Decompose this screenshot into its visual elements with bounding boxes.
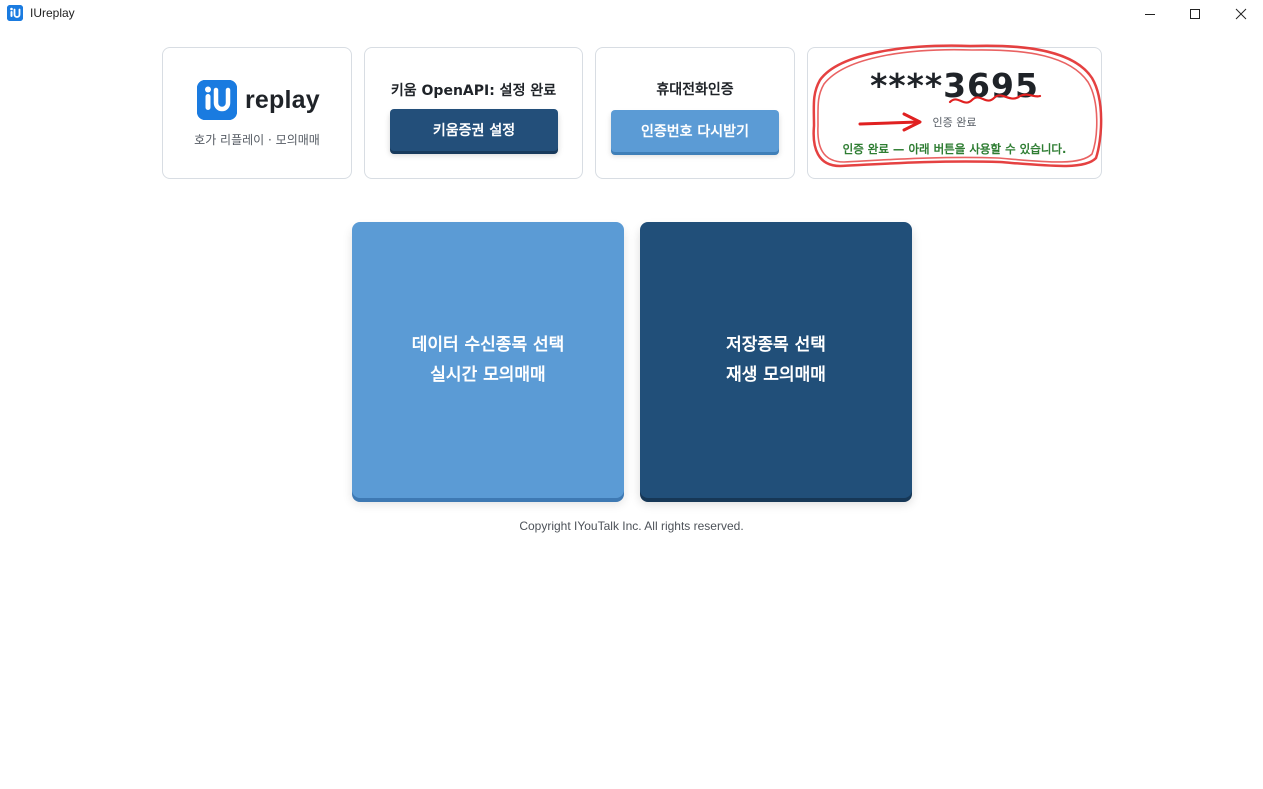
kiwoom-card: 키움 OpenAPI: 설정 완료 키움증권 설정: [364, 47, 583, 179]
logo-card: replay 호가 리플레이 · 모의매매: [162, 47, 352, 179]
auth-status-card: ****3695 인증 완료 인증 완료 — 아래 버튼을 사용할 수 있습니다…: [807, 47, 1102, 179]
auth-success-message: 인증 완료 — 아래 버튼을 사용할 수 있습니다.: [842, 142, 1067, 156]
live-tile-line-2: 실시간 모의매매: [430, 365, 546, 385]
title-bar: IUreplay: [0, 0, 1263, 28]
replay-trading-tile-button[interactable]: 저장종목 선택 재생 모의매매: [640, 222, 912, 498]
replay-tile-line-2: 재생 모의매매: [726, 365, 826, 385]
logo-subtitle: 호가 리플레이 · 모의매매: [194, 133, 320, 147]
window-title: IUreplay: [30, 6, 75, 20]
kiwoom-settings-button[interactable]: 키움증권 설정: [390, 109, 558, 151]
minimize-icon[interactable]: [1127, 0, 1173, 28]
maximize-icon[interactable]: [1172, 0, 1218, 28]
iu-logo-icon: [197, 80, 237, 120]
replay-tile-line-1: 저장종목 선택: [726, 335, 826, 355]
phone-auth-card: 휴대전화인증 인증번호 다시받기: [595, 47, 795, 179]
logo: replay: [197, 80, 320, 120]
masked-phone-number: ****3695: [870, 66, 1039, 105]
live-tile-line-1: 데이터 수신종목 선택: [411, 335, 565, 355]
live-trading-tile-button[interactable]: 데이터 수신종목 선택 실시간 모의매매: [352, 222, 624, 498]
close-icon[interactable]: [1218, 0, 1263, 28]
app-logo-icon: [7, 5, 23, 21]
resend-code-button[interactable]: 인증번호 다시받기: [611, 110, 779, 152]
copyright-text: Copyright IYouTalk Inc. All rights reser…: [519, 519, 744, 533]
logo-text: replay: [245, 85, 320, 114]
auth-status-label: 인증 완료: [932, 116, 977, 129]
phone-auth-title: 휴대전화인증: [656, 82, 734, 98]
kiwoom-status-title: 키움 OpenAPI: 설정 완료: [390, 83, 557, 99]
